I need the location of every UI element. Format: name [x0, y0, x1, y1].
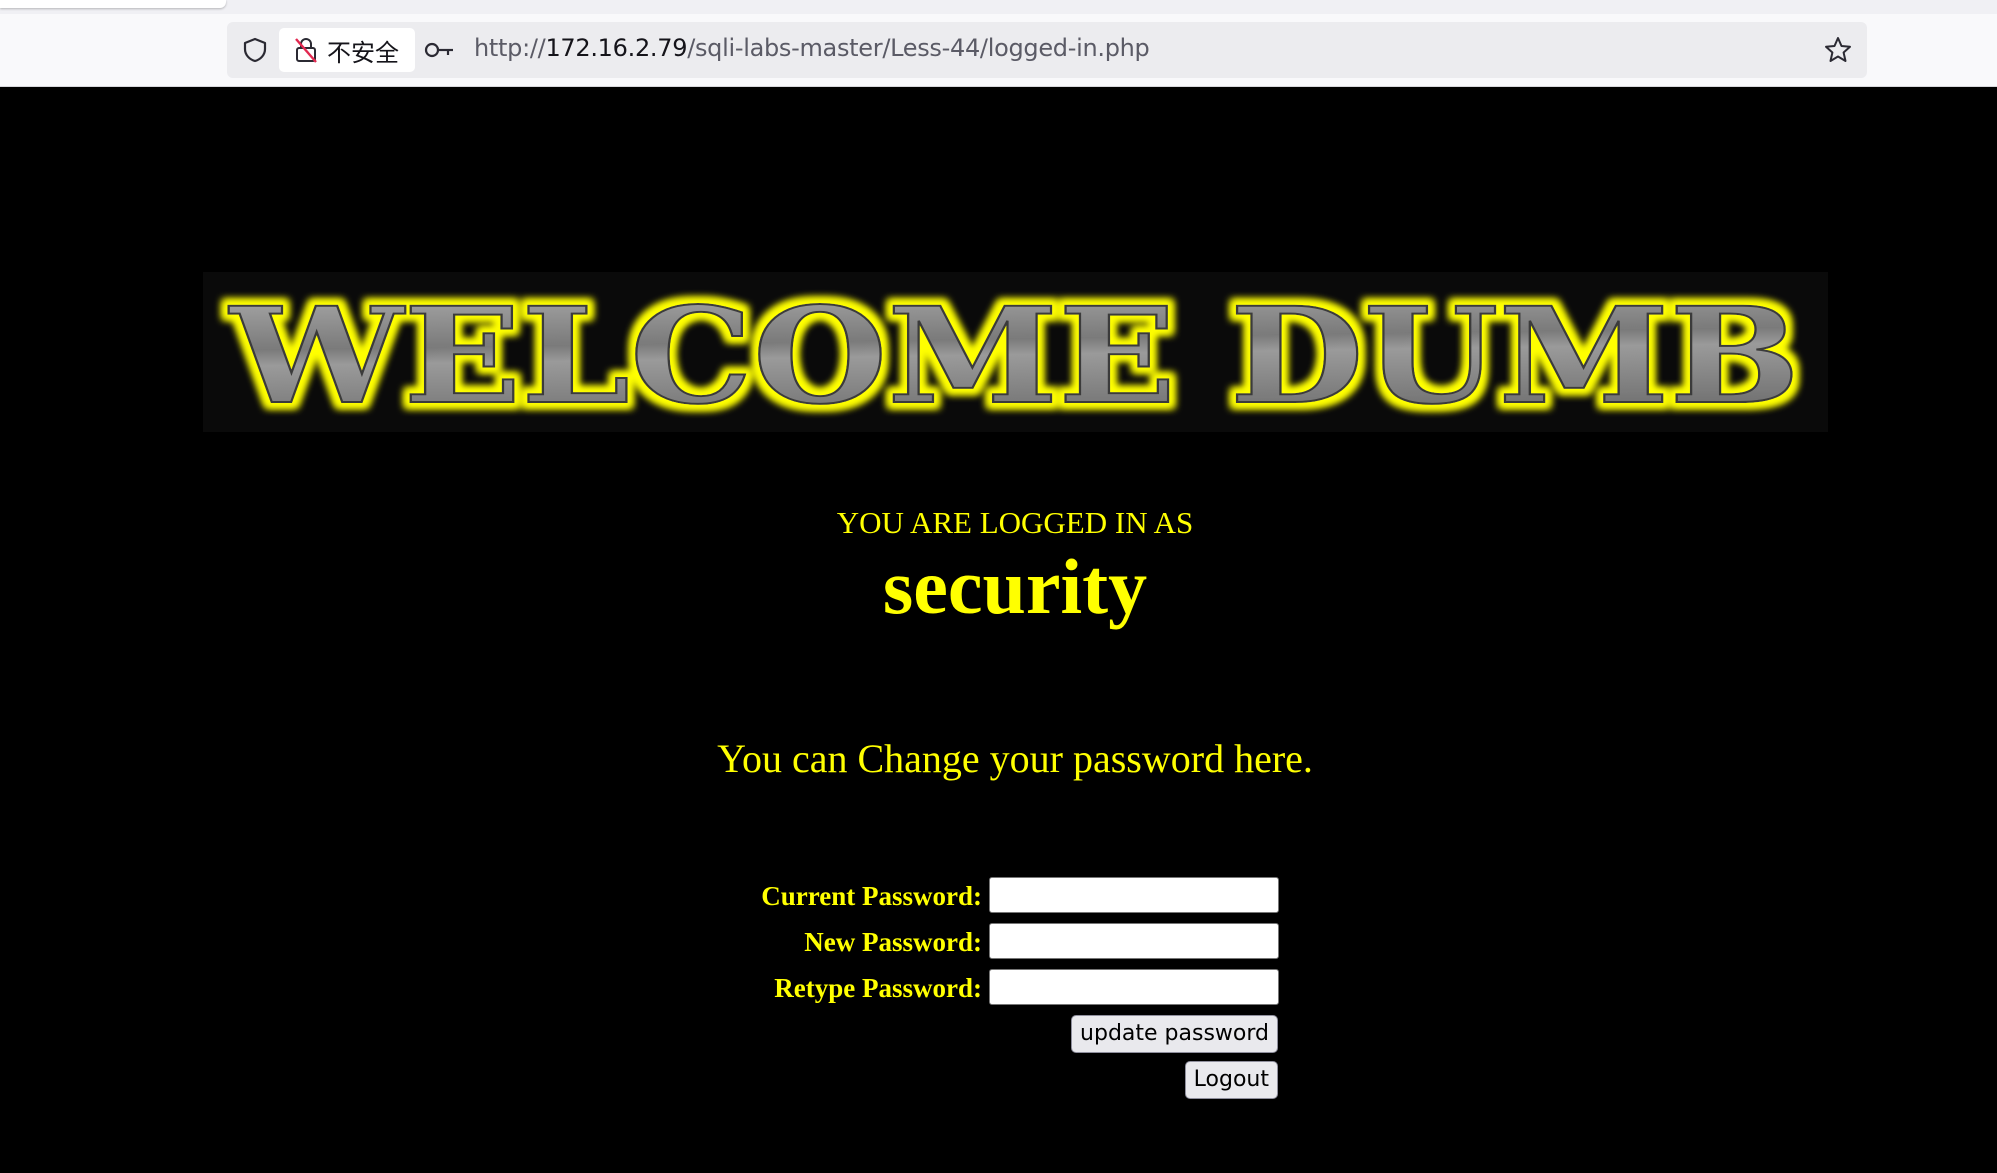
logout-button[interactable]: Logout [1184, 1061, 1278, 1099]
new-password-input[interactable] [989, 923, 1279, 959]
new-password-label: New Password: [804, 927, 982, 957]
retype-password-label: Retype Password: [774, 973, 982, 1003]
url-text[interactable]: http://172.16.2.79/sqli-labs-master/Less… [474, 34, 1150, 62]
bookmark-star-icon[interactable] [1823, 35, 1853, 65]
url-scheme: http:// [474, 34, 546, 62]
username-display: security [882, 543, 1148, 630]
new-password-row: New Password: [0, 922, 1997, 962]
insecure-lock-icon [295, 38, 317, 63]
current-password-label: Current Password: [761, 881, 982, 911]
key-icon[interactable] [424, 38, 456, 62]
retype-password-input[interactable] [989, 969, 1279, 1005]
current-password-row: Current Password: [0, 876, 1997, 916]
browser-toolbar: 不安全 http://172.16.2.79/sqli-labs-master/… [0, 0, 1997, 87]
logged-in-label: YOU ARE LOGGED IN AS [836, 505, 1194, 540]
tab-strip [0, 0, 1997, 14]
page-content: WELCOME DUMB YOU ARE LOGGED IN AS securi… [0, 87, 1997, 1173]
active-tab[interactable] [0, 0, 226, 8]
change-password-message: You can Change your password here. [717, 736, 1313, 781]
update-password-button[interactable]: update password [1071, 1015, 1278, 1053]
retype-password-row: Retype Password: [0, 968, 1997, 1008]
current-password-input[interactable] [989, 877, 1279, 913]
security-status-label: 不安全 [327, 38, 399, 67]
banner-text: WELCOME DUMB [228, 279, 1800, 432]
url-host: 172.16.2.79 [545, 34, 688, 62]
shield-icon[interactable] [241, 36, 269, 64]
site-security-button[interactable]: 不安全 [279, 28, 415, 72]
welcome-banner-image: WELCOME DUMB [203, 272, 1828, 432]
address-bar[interactable]: 不安全 http://172.16.2.79/sqli-labs-master/… [227, 22, 1867, 78]
url-path: /sqli-labs-master/Less-44/logged-in.php [687, 34, 1150, 62]
